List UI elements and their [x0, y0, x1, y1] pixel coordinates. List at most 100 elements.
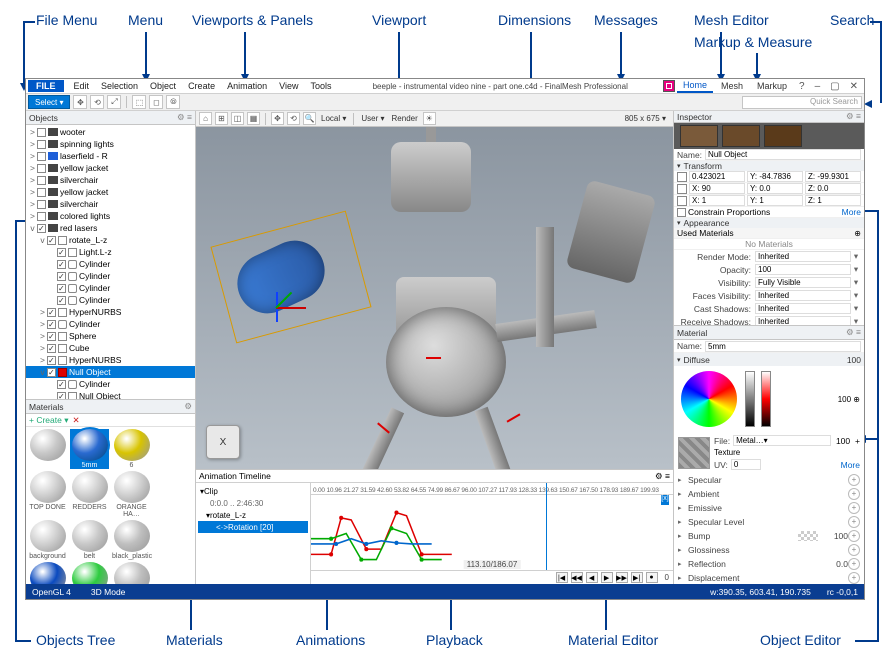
tree-row[interactable]: Light.L-z: [26, 246, 195, 258]
material-swatch[interactable]: [28, 562, 67, 584]
playback-record[interactable]: ●: [646, 572, 658, 583]
tree-row[interactable]: vrotate_L-z: [26, 234, 195, 246]
playback-play[interactable]: ▶: [601, 572, 613, 583]
material-swatch[interactable]: TOP DONE: [28, 471, 67, 518]
tool-button[interactable]: ⦾: [166, 95, 180, 109]
add-icon[interactable]: ⊕: [854, 229, 861, 238]
material-channel-row[interactable]: ▸Emissive+: [674, 501, 864, 515]
viewport-3d[interactable]: X: [196, 127, 673, 469]
axis-cube-widget[interactable]: X: [206, 425, 240, 459]
viewport-button[interactable]: ⟲: [287, 112, 300, 125]
visibility-checkbox[interactable]: [47, 308, 56, 317]
menu-edit[interactable]: Edit: [68, 80, 96, 92]
material-swatch[interactable]: black_plastic: [112, 520, 151, 560]
viewport-button[interactable]: ◫: [231, 112, 244, 125]
add-icon[interactable]: +: [848, 474, 860, 486]
material-channel-row[interactable]: ▸Glossiness+: [674, 543, 864, 557]
viewport-dimensions[interactable]: 805 x 675 ▾: [621, 114, 670, 123]
visibility-checkbox[interactable]: [57, 248, 66, 257]
add-icon[interactable]: +: [848, 544, 860, 556]
material-delete-button[interactable]: ✕: [72, 415, 79, 426]
brightness-slider[interactable]: [745, 371, 755, 427]
diffuse-section[interactable]: ▾Diffuse 100: [674, 353, 864, 366]
material-swatch[interactable]: belt: [70, 520, 109, 560]
playback-prev[interactable]: ◀: [586, 572, 598, 583]
visibility-checkbox[interactable]: [37, 152, 46, 161]
more-link[interactable]: More: [841, 460, 860, 470]
tree-row[interactable]: >silverchair: [26, 174, 195, 186]
tool-button[interactable]: ✥: [73, 95, 87, 109]
tool-button[interactable]: ◻: [149, 95, 163, 109]
visibility-checkbox[interactable]: [37, 224, 46, 233]
add-icon[interactable]: +: [848, 572, 860, 584]
color-value[interactable]: 100 ⊕: [776, 395, 860, 404]
tree-row[interactable]: >HyperNURBS: [26, 354, 195, 366]
add-icon[interactable]: +: [848, 488, 860, 500]
tree-row[interactable]: >silverchair: [26, 198, 195, 210]
viewport-button[interactable]: ✥: [271, 112, 284, 125]
anchor-icon[interactable]: [677, 172, 687, 182]
material-channel-row[interactable]: ▸Bump100+: [674, 529, 864, 543]
scl-x[interactable]: X: 1: [689, 195, 745, 206]
tree-row[interactable]: vred lasers: [26, 222, 195, 234]
objects-tree[interactable]: >wooter>spinning lights>laserfield - R>y…: [26, 125, 195, 399]
tree-row[interactable]: Cylinder: [26, 378, 195, 390]
material-swatch[interactable]: background: [28, 520, 67, 560]
tree-row[interactable]: >spinning lights: [26, 138, 195, 150]
uv-field[interactable]: 0: [731, 459, 761, 470]
visibility-checkbox[interactable]: [37, 140, 46, 149]
rot-y[interactable]: Y: 0.0: [747, 183, 803, 194]
tool-button[interactable]: ⤢: [107, 95, 121, 109]
visibility-checkbox[interactable]: [57, 296, 66, 305]
material-swatch[interactable]: [70, 562, 109, 584]
chevron-down-icon[interactable]: ▾: [851, 251, 861, 262]
anchor-icon[interactable]: [677, 184, 687, 194]
close-button[interactable]: ✕: [846, 81, 862, 92]
thumbnail[interactable]: [722, 125, 760, 147]
color-wheel[interactable]: [681, 371, 737, 427]
tab-markup[interactable]: Markup: [751, 80, 793, 92]
timeline-graph[interactable]: 0.00 10.96 21.27 31.59 42.60 53.82 64.55…: [311, 483, 673, 584]
visibility-checkbox[interactable]: [57, 284, 66, 293]
hue-slider[interactable]: [761, 371, 771, 427]
gear-icon[interactable]: ⚙ ≡: [846, 111, 861, 122]
material-swatch[interactable]: REDDERS: [70, 471, 109, 518]
playback-prev-key[interactable]: ◀◀: [571, 572, 583, 583]
menu-animation[interactable]: Animation: [221, 80, 273, 92]
material-channel-row[interactable]: ▸Reflection0.0+: [674, 557, 864, 571]
render-prop-value[interactable]: Inherited: [755, 316, 851, 326]
viewport-button[interactable]: ▦: [247, 112, 260, 125]
tree-row[interactable]: >laserfield - R: [26, 150, 195, 162]
visibility-checkbox[interactable]: [37, 164, 46, 173]
playback-end[interactable]: ▶|: [631, 572, 643, 583]
chevron-down-icon[interactable]: ▾: [851, 277, 861, 288]
visibility-checkbox[interactable]: [57, 380, 66, 389]
tree-row[interactable]: >Sphere: [26, 330, 195, 342]
scl-y[interactable]: Y: 1: [747, 195, 803, 206]
viewport-button[interactable]: ⊞: [215, 112, 228, 125]
visibility-checkbox[interactable]: [47, 236, 56, 245]
messages-icon[interactable]: [663, 80, 675, 92]
tree-row[interactable]: >HyperNURBS: [26, 306, 195, 318]
chevron-down-icon[interactable]: ▾: [851, 264, 861, 275]
material-channel-row[interactable]: ▸Displacement+: [674, 571, 864, 584]
tree-row[interactable]: Cylinder: [26, 282, 195, 294]
visibility-checkbox[interactable]: [47, 320, 56, 329]
add-icon[interactable]: +: [848, 530, 860, 542]
timeline-clip-row[interactable]: ▾ Clip: [198, 485, 308, 497]
tree-row[interactable]: Cylinder: [26, 258, 195, 270]
thumbnail[interactable]: [764, 125, 802, 147]
menu-create[interactable]: Create: [182, 80, 221, 92]
timeline-track-parent[interactable]: ▾ rotate_L-z: [198, 509, 308, 521]
render-prop-value[interactable]: Fully Visible: [755, 277, 851, 288]
gear-icon[interactable]: ⚙ ≡: [846, 327, 861, 338]
tree-row[interactable]: >yellow jacket: [26, 162, 195, 174]
render-button[interactable]: Render: [390, 114, 420, 123]
visibility-checkbox[interactable]: [57, 260, 66, 269]
gear-icon[interactable]: ⚙: [184, 401, 192, 412]
visibility-checkbox[interactable]: [37, 200, 46, 209]
timeline-track-tree[interactable]: ▾ Clip 0:0.0 .. 2:46:30 ▾ rotate_L-z <·>…: [196, 483, 311, 584]
material-channel-row[interactable]: ▸Specular Level+: [674, 515, 864, 529]
viewport-button[interactable]: 🔍: [303, 112, 316, 125]
visibility-checkbox[interactable]: [37, 212, 46, 221]
